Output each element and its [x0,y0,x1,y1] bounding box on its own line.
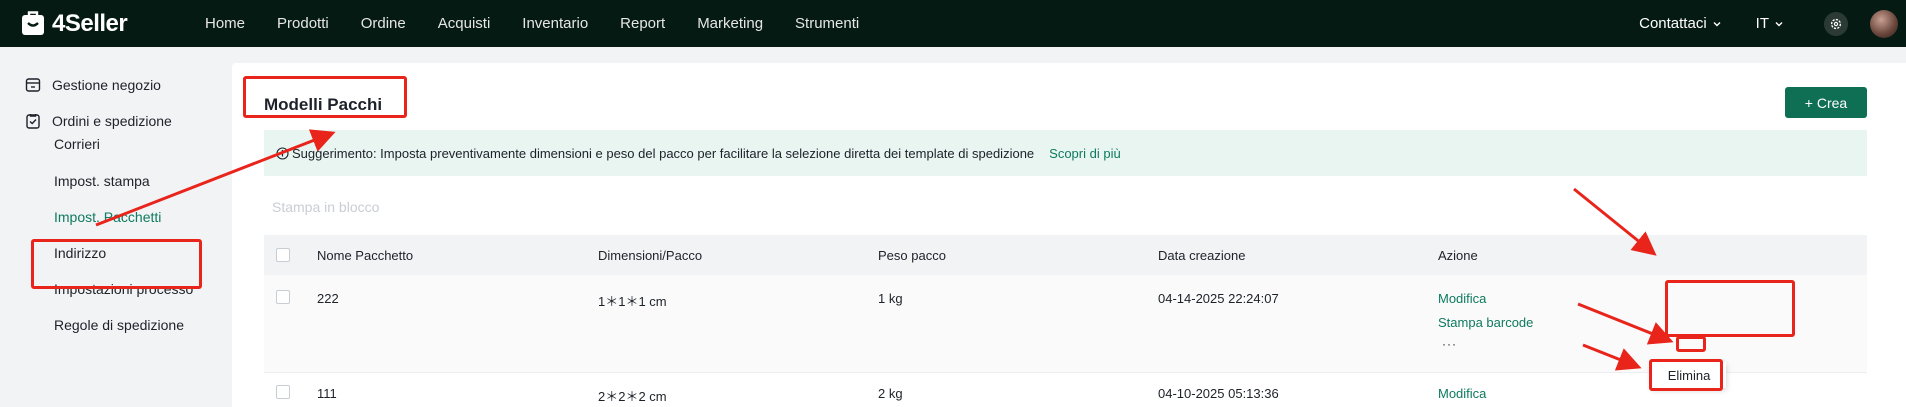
info-icon [276,146,289,160]
creation-date: 04-10-2025 05:13:36 [1158,386,1279,401]
language-label: IT [1755,15,1769,32]
language-selector[interactable]: IT [1756,15,1784,32]
package-name: 222 [317,291,339,306]
avatar[interactable] [1870,9,1898,38]
sidebar-group-label: Ordini e spedizione [52,113,172,129]
learn-more-link[interactable]: Scopri di più [1049,146,1121,161]
nav-item-ordine[interactable]: Ordine [361,15,406,32]
nav-item-acquisti[interactable]: Acquisti [438,15,491,32]
contact-label: Contattaci [1639,15,1707,32]
package-dimensions: 1＊1＊1 cm [598,294,667,309]
settings-button[interactable] [1824,11,1848,36]
clipboard-icon [26,114,40,129]
table-row: 111 2＊2＊2 cm 2 kg 04-10-2025 05:13:36 Mo… [264,374,1867,407]
nav-item-report[interactable]: Report [620,15,665,32]
column-header-date: Data creazione [1158,248,1246,263]
store-icon [25,78,41,92]
column-header-dimensions: Dimensioni/Pacco [598,248,703,263]
column-header-weight: Peso pacco [878,248,946,263]
annotation-box-sidebar [31,239,202,289]
logo-icon [22,10,44,35]
chevron-down-icon [1713,21,1721,26]
logo[interactable]: 4Seller [20,10,205,38]
row-checkbox[interactable] [276,385,290,399]
row-checkbox[interactable] [276,290,290,304]
top-right-controls: Contattaci IT [1639,0,1906,47]
sidebar-item-impost-stampa[interactable]: Impost. stampa [54,173,150,189]
sidebar: Gestione negozio Ordini e spedizione Cor… [0,47,232,407]
sidebar-item-regole-spedizione[interactable]: Regole di spedizione [54,317,184,333]
nav-item-inventario[interactable]: Inventario [522,15,588,32]
annotation-box-delete [1649,359,1723,391]
sidebar-group-gestione-negozio[interactable]: Gestione negozio [24,76,161,94]
more-actions-button[interactable]: ··· [1442,337,1457,351]
table-header: Nome Pacchetto Dimensioni/Pacco Peso pac… [264,235,1867,275]
table-row: 222 1＊1＊1 cm 1 kg 04-14-2025 22:24:07 Mo… [264,275,1867,373]
logo-text: 4Seller [52,9,128,37]
edit-link[interactable]: Modifica [1438,386,1486,401]
creation-date: 04-14-2025 22:24:07 [1158,291,1279,306]
sidebar-group-label: Gestione negozio [52,77,161,93]
column-header-name: Nome Pacchetto [317,248,414,263]
annotation-box-more [1676,336,1706,352]
sidebar-item-impost-pacchetti[interactable]: Impost. Pacchetti [54,209,161,225]
sidebar-group-ordini-spedizione[interactable]: Ordini e spedizione [24,112,172,130]
main-content: Modelli Pacchi + Crea Suggerimento: Impo… [232,63,1906,407]
edit-link[interactable]: Modifica [1438,291,1486,306]
chevron-down-icon [1775,21,1783,26]
annotation-box-title [243,76,407,118]
sidebar-item-corrieri[interactable]: Corrieri [54,136,100,152]
main-nav: Home Prodotti Ordine Acquisti Inventario… [205,15,891,32]
bulk-print-button[interactable]: Stampa in blocco [272,199,379,215]
contact-menu[interactable]: Contattaci [1639,15,1722,32]
nav-item-marketing[interactable]: Marketing [697,15,763,32]
column-header-action: Azione [1438,248,1478,263]
create-button[interactable]: + Crea [1785,87,1867,118]
package-dimensions: 2＊2＊2 cm [598,389,667,404]
top-navigation-bar: 4Seller Home Prodotti Ordine Acquisti In… [0,0,1906,47]
nav-item-home[interactable]: Home [205,15,245,32]
annotation-box-actions [1665,280,1795,337]
select-all-checkbox[interactable] [276,248,290,262]
gear-icon [1830,18,1842,29]
package-weight: 2 kg [878,386,903,401]
tip-banner: Suggerimento: Imposta preventivamente di… [264,130,1867,176]
tip-text: Suggerimento: Imposta preventivamente di… [292,145,1035,161]
nav-item-prodotti[interactable]: Prodotti [277,15,329,32]
nav-item-strumenti[interactable]: Strumenti [795,15,859,32]
package-name: 111 [317,386,337,401]
package-weight: 1 kg [878,291,903,306]
print-barcode-link[interactable]: Stampa barcode [1438,315,1533,330]
